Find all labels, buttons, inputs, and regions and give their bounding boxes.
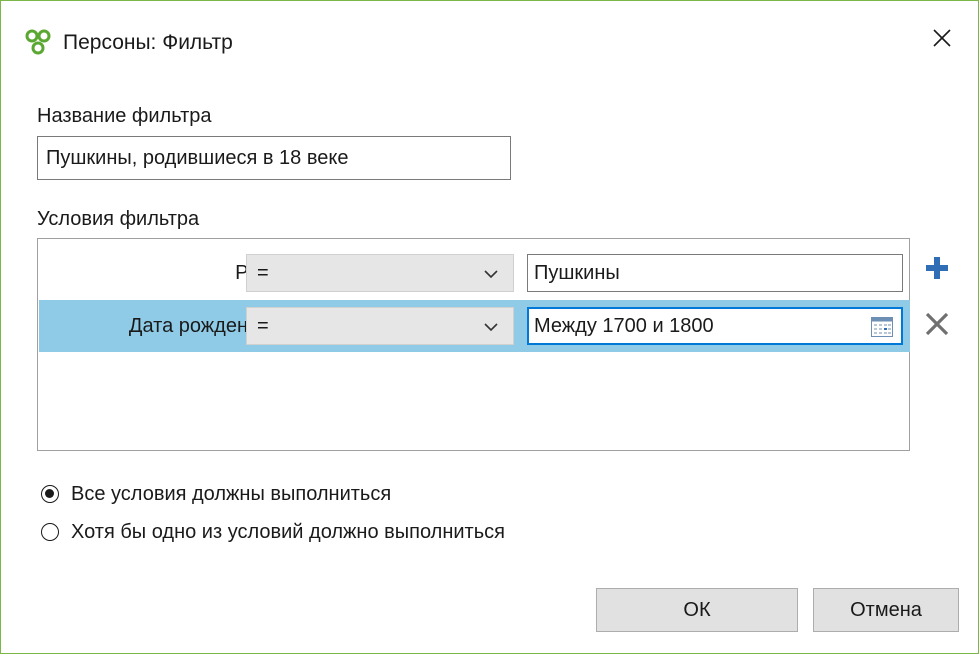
calendar-icon[interactable]: [871, 317, 893, 343]
add-condition-icon[interactable]: [924, 255, 950, 281]
condition-value-text: Пушкины: [534, 261, 620, 284]
match-all-label: Все условия должны выполниться: [71, 482, 392, 505]
match-all-radio[interactable]: Все условия должны выполниться: [41, 480, 391, 508]
title-bar: Персоны: Фильтр: [1, 1, 978, 83]
filter-name-input[interactable]: [37, 136, 511, 180]
condition-row[interactable]: Род = Пушкины: [39, 247, 910, 299]
ok-button[interactable]: ОК: [596, 588, 798, 632]
match-any-radio[interactable]: Хотя бы одно из условий должно выполнить…: [41, 518, 505, 546]
conditions-list: Род = Пушкины Дата рождения = Между 1700: [37, 238, 910, 451]
window-title: Персоны: Фильтр: [63, 31, 233, 54]
chevron-down-icon: [483, 318, 499, 341]
condition-value-text: Между 1700 и 1800: [534, 314, 714, 337]
operator-value: =: [257, 314, 269, 337]
match-any-label: Хотя бы одно из условий должно выполнить…: [71, 520, 505, 543]
radio-unchecked-icon: [41, 523, 59, 541]
cancel-button[interactable]: Отмена: [813, 588, 959, 632]
condition-value-input[interactable]: Между 1700 и 1800: [527, 307, 903, 345]
conditions-label: Условия фильтра: [37, 208, 200, 230]
filter-name-label: Название фильтра: [37, 105, 212, 127]
operator-value: =: [257, 261, 269, 284]
remove-condition-icon[interactable]: [924, 311, 950, 337]
condition-row-selected[interactable]: Дата рождения = Между 1700 и 1800: [39, 300, 910, 352]
condition-operator-select[interactable]: =: [246, 307, 514, 345]
condition-operator-select[interactable]: =: [246, 254, 514, 292]
genealogy-tree-icon: [25, 29, 51, 55]
chevron-down-icon: [483, 265, 499, 288]
close-icon: [933, 29, 951, 53]
condition-value-input[interactable]: Пушкины: [527, 254, 903, 292]
filter-dialog: Персоны: Фильтр Название фильтра Условия…: [0, 0, 979, 654]
radio-checked-icon: [41, 485, 59, 503]
close-button[interactable]: [926, 25, 958, 57]
